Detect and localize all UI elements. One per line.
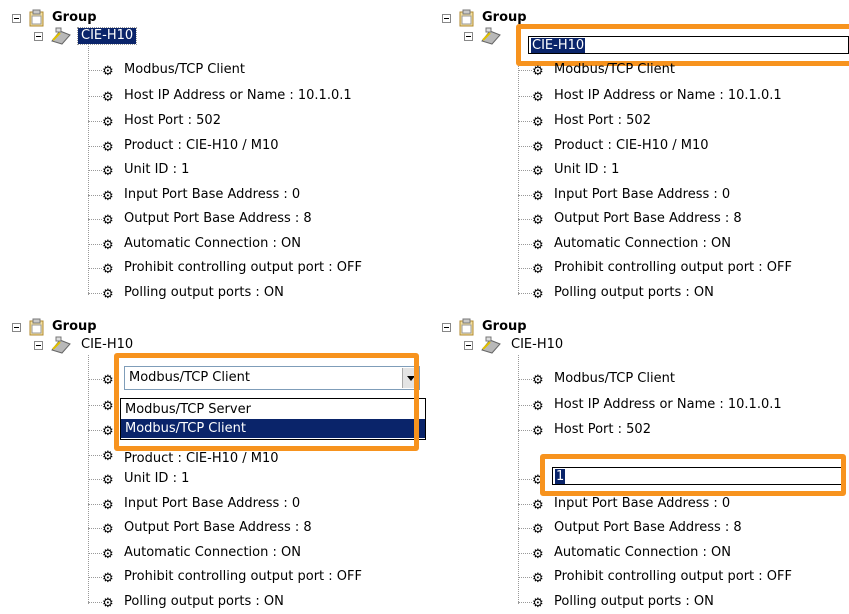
gear-icon: ⚙ <box>102 547 114 562</box>
gear-icon: ⚙ <box>102 115 114 130</box>
gear-icon: ⚙ <box>532 164 544 179</box>
highlight-box <box>540 454 846 496</box>
device-icon <box>51 27 71 45</box>
group-label: Group <box>52 319 97 334</box>
group-icon <box>29 318 44 336</box>
gear-icon: ⚙ <box>532 424 544 439</box>
tree-panel-3: Group CIE-H10 ⚙ ⚙ ⚙ ⚙ Product : CIE-H10 /… <box>0 309 426 614</box>
tree-panel-2: Group CIE-H10 ⚙ Modbus/TCP Client ⚙ Host I… <box>430 0 849 305</box>
gear-icon: ⚙ <box>102 90 114 105</box>
gear-icon: ⚙ <box>532 571 544 586</box>
tree-panel-1: Group CIE-H10 ⚙ Modbus/TCP Client ⚙ Host I… <box>0 0 424 305</box>
device-icon <box>51 336 71 354</box>
gear-icon: ⚙ <box>532 64 544 79</box>
group-label: Group <box>482 319 527 334</box>
collapse-icon[interactable] <box>12 323 21 332</box>
gear-icon: ⚙ <box>532 399 544 414</box>
gear-icon: ⚙ <box>532 262 544 277</box>
gear-icon: ⚙ <box>102 571 114 586</box>
gear-icon: ⚙ <box>102 140 114 155</box>
device-label: CIE-H10 <box>76 27 138 45</box>
collapse-icon[interactable] <box>464 32 473 41</box>
gear-icon: ⚙ <box>102 238 114 253</box>
gear-icon: ⚙ <box>102 287 114 302</box>
tree-line <box>518 66 519 295</box>
device-label: CIE-H10 <box>81 337 134 352</box>
device-icon <box>481 336 501 354</box>
gear-icon: ⚙ <box>532 90 544 105</box>
gear-icon: ⚙ <box>102 164 114 179</box>
collapse-icon[interactable] <box>34 341 43 350</box>
collapse-icon[interactable] <box>442 14 451 23</box>
group-icon <box>459 9 474 27</box>
device-icon <box>481 27 501 45</box>
group-label: Group <box>52 10 97 25</box>
gear-icon: ⚙ <box>532 596 544 611</box>
collapse-icon[interactable] <box>12 14 21 23</box>
gear-icon: ⚙ <box>102 213 114 228</box>
gear-icon: ⚙ <box>532 547 544 562</box>
gear-icon: ⚙ <box>532 213 544 228</box>
gear-icon: ⚙ <box>532 522 544 537</box>
gear-icon: ⚙ <box>532 287 544 302</box>
gear-icon: ⚙ <box>532 140 544 155</box>
gear-icon: ⚙ <box>102 522 114 537</box>
device-label: CIE-H10 <box>511 337 564 352</box>
collapse-icon[interactable] <box>442 323 451 332</box>
collapse-icon[interactable] <box>464 341 473 350</box>
gear-icon: ⚙ <box>102 473 114 488</box>
gear-icon: ⚙ <box>102 262 114 277</box>
gear-icon: ⚙ <box>532 189 544 204</box>
gear-icon: ⚙ <box>102 189 114 204</box>
gear-icon: ⚙ <box>532 373 544 388</box>
highlight-box <box>114 353 419 451</box>
gear-icon: ⚙ <box>102 64 114 79</box>
tree-panel-4: Group CIE-H10 ⚙ Modbus/TCP Client ⚙ Host I… <box>430 309 849 614</box>
gear-icon: ⚙ <box>532 498 544 513</box>
collapse-icon[interactable] <box>34 32 43 41</box>
gear-icon: ⚙ <box>102 498 114 513</box>
gear-icon: ⚙ <box>102 596 114 611</box>
gear-icon: ⚙ <box>532 238 544 253</box>
gear-icon: ⚙ <box>532 115 544 130</box>
group-icon <box>459 318 474 336</box>
group-icon <box>29 9 44 27</box>
